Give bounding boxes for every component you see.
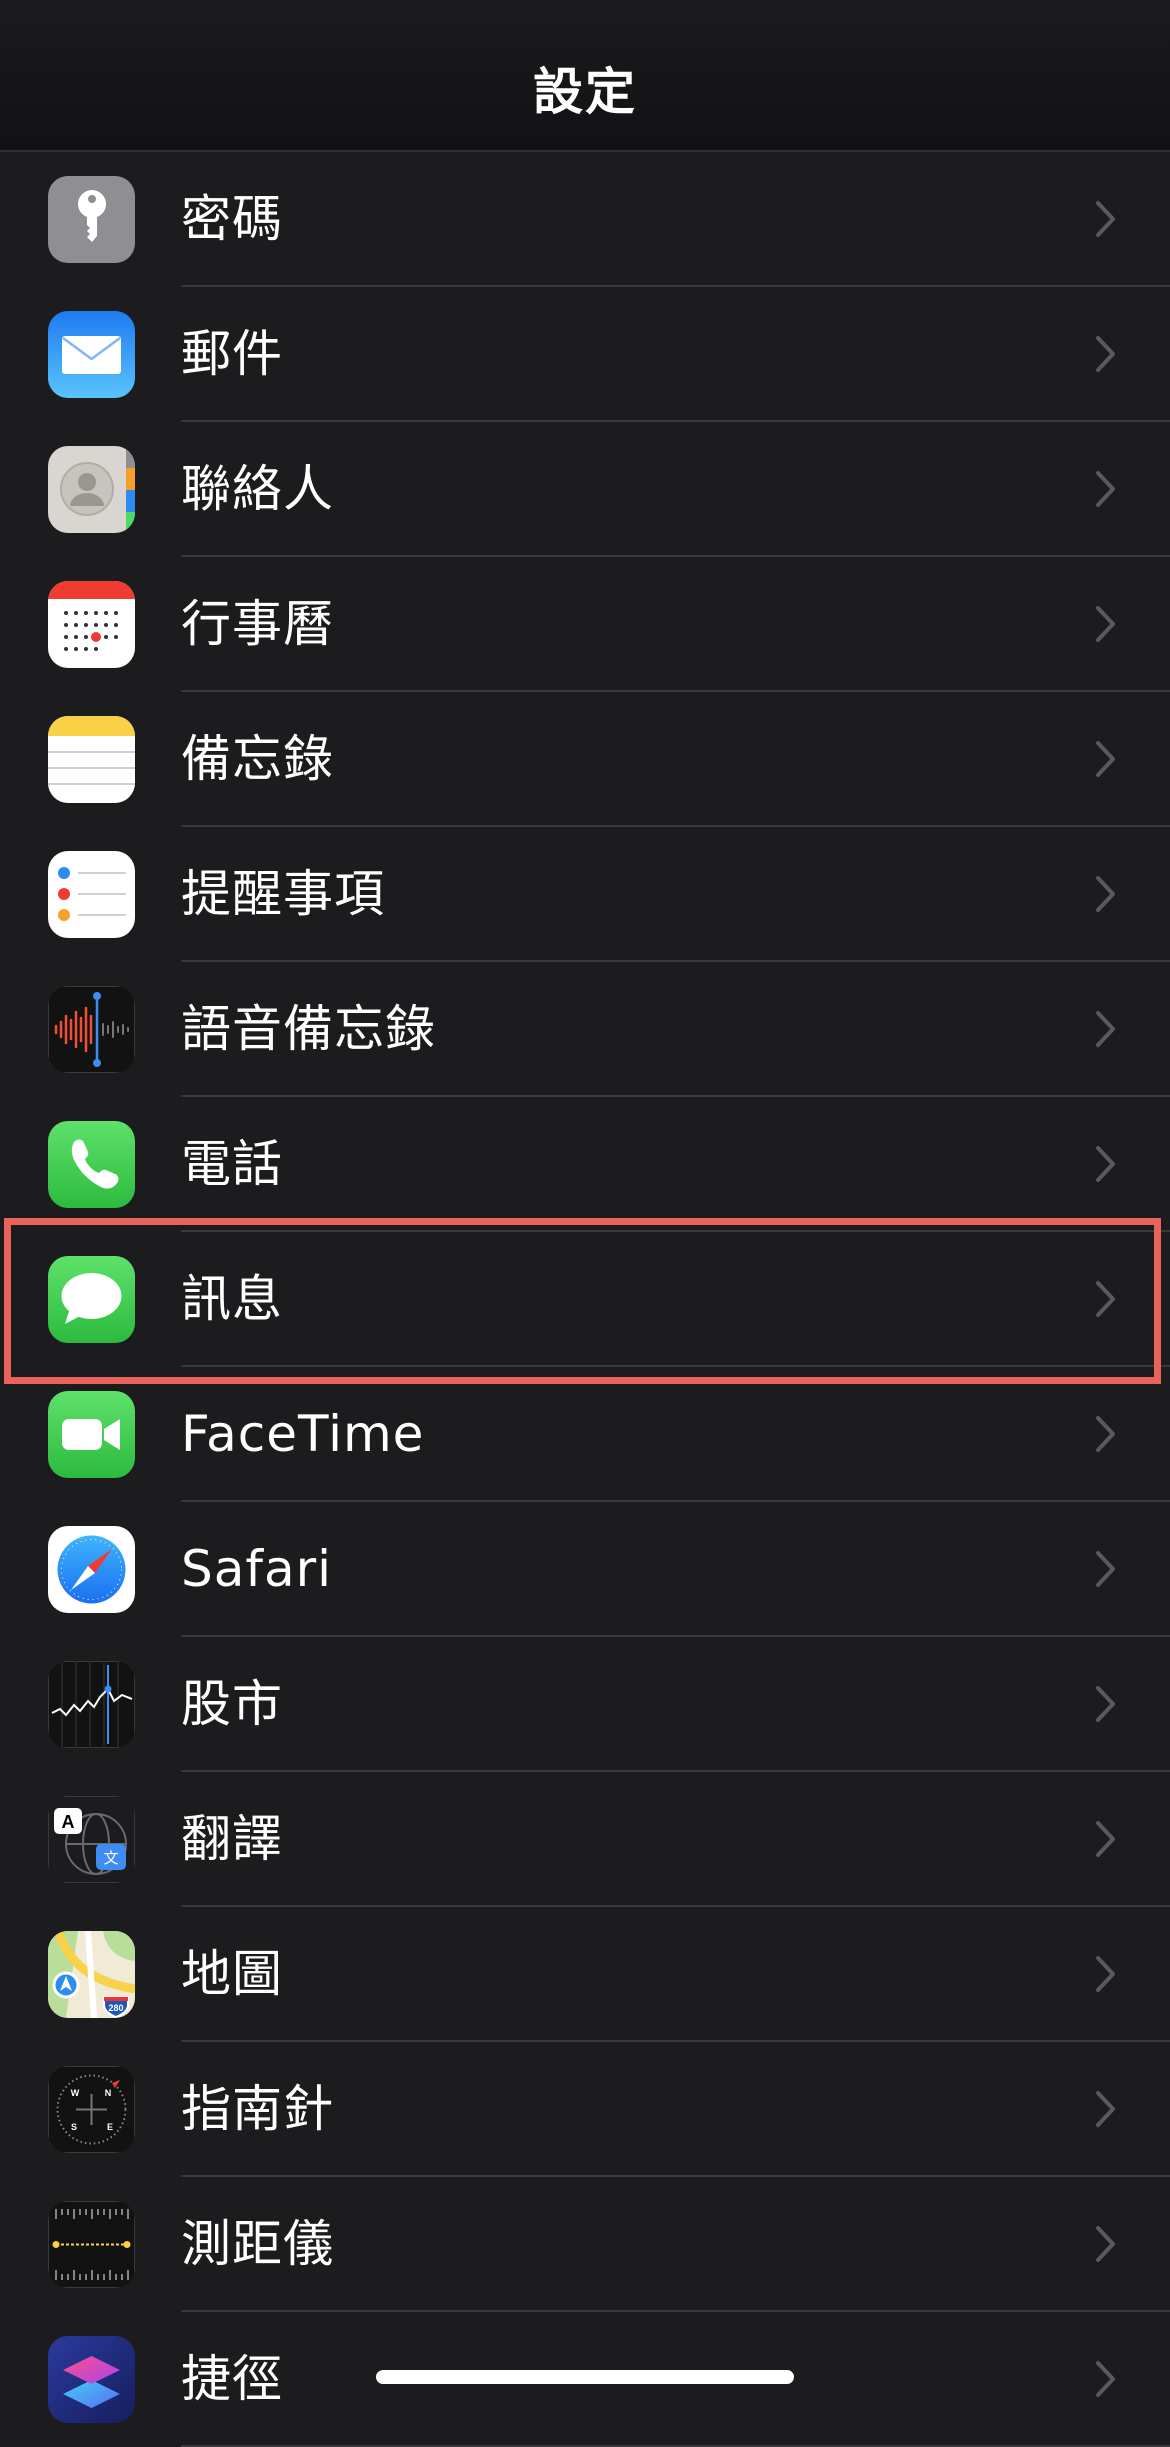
settings-row-compass[interactable]: N E S W 指南針 — [0, 2042, 1170, 2177]
settings-row-label: 郵件 — [181, 325, 283, 383]
settings-row-notes[interactable]: 備忘錄 — [0, 692, 1170, 827]
safari-icon — [48, 1526, 135, 1613]
chevron-right-icon — [1096, 1821, 1115, 1857]
chevron-right-icon — [1096, 2226, 1115, 2262]
phone-icon — [48, 1121, 135, 1208]
contacts-icon — [48, 446, 135, 533]
settings-row-label: 指南針 — [181, 2080, 334, 2138]
calendar-icon — [48, 581, 135, 668]
chevron-right-icon — [1096, 1956, 1115, 1992]
translate-glyph-latin: A — [62, 1812, 75, 1832]
maps-icon: 280 — [48, 1931, 135, 2018]
chevron-right-icon — [1096, 1416, 1115, 1452]
settings-row-label: 電話 — [181, 1135, 283, 1193]
stocks-icon — [48, 1661, 135, 1748]
chevron-right-icon — [1096, 201, 1115, 237]
chevron-right-icon — [1096, 741, 1115, 777]
page-title: 設定 — [533, 63, 637, 121]
chevron-right-icon — [1096, 1146, 1115, 1182]
settings-row-messages[interactable]: 訊息 — [0, 1232, 1170, 1367]
messages-icon — [48, 1256, 135, 1343]
translate-icon: A 文 — [48, 1796, 135, 1883]
chevron-right-icon — [1096, 2091, 1115, 2127]
chevron-right-icon — [1096, 1281, 1115, 1317]
settings-row-passwords[interactable]: 密碼 — [0, 152, 1170, 287]
settings-row-contacts[interactable]: 聯絡人 — [0, 422, 1170, 557]
settings-row-label: 語音備忘錄 — [181, 1000, 436, 1058]
settings-row-label: 捷徑 — [181, 2350, 283, 2408]
settings-row-label: 行事曆 — [181, 595, 334, 653]
chevron-right-icon — [1096, 876, 1115, 912]
settings-row-safari[interactable]: Safari — [0, 1502, 1170, 1637]
chevron-right-icon — [1096, 471, 1115, 507]
settings-row-facetime[interactable]: FaceTime — [0, 1367, 1170, 1502]
mail-icon — [48, 311, 135, 398]
key-icon — [48, 176, 135, 263]
chevron-right-icon — [1096, 1011, 1115, 1047]
settings-row-label: 股市 — [181, 1675, 283, 1733]
settings-row-label: 地圖 — [181, 1945, 283, 2003]
settings-row-label: 備忘錄 — [181, 730, 334, 788]
home-indicator[interactable] — [376, 2370, 794, 2384]
compass-icon: N E S W — [48, 2066, 135, 2153]
chevron-right-icon — [1096, 2361, 1115, 2397]
settings-row-label: 翻譯 — [181, 1810, 283, 1868]
settings-row-label: Safari — [181, 1540, 333, 1598]
compass-letter-n: N — [105, 2088, 112, 2098]
settings-row-label: 訊息 — [181, 1270, 283, 1328]
measure-icon — [48, 2201, 135, 2288]
compass-letter-s: S — [71, 2122, 77, 2132]
facetime-icon — [48, 1391, 135, 1478]
navigation-bar: 設定 — [0, 0, 1170, 152]
settings-list: 密碼 郵件 聯絡人 行事曆 備忘錄 提醒事項 語音備忘錄 電話 訊息 FaceT… — [0, 152, 1170, 2447]
settings-row-voice-memos[interactable]: 語音備忘錄 — [0, 962, 1170, 1097]
map-route-shield-number: 280 — [108, 2003, 123, 2013]
settings-row-label: 聯絡人 — [181, 460, 334, 518]
settings-row-mail[interactable]: 郵件 — [0, 287, 1170, 422]
settings-row-measure[interactable]: 測距儀 — [0, 2177, 1170, 2312]
settings-row-label: 密碼 — [181, 190, 283, 248]
chevron-right-icon — [1096, 1551, 1115, 1587]
chevron-right-icon — [1096, 606, 1115, 642]
settings-row-label: FaceTime — [181, 1405, 425, 1463]
settings-row-reminders[interactable]: 提醒事項 — [0, 827, 1170, 962]
reminders-icon — [48, 851, 135, 938]
settings-row-stocks[interactable]: 股市 — [0, 1637, 1170, 1772]
settings-row-translate[interactable]: A 文 翻譯 — [0, 1772, 1170, 1907]
voice-memos-icon — [48, 986, 135, 1073]
settings-row-label: 提醒事項 — [181, 865, 385, 923]
settings-row-calendar[interactable]: 行事曆 — [0, 557, 1170, 692]
notes-icon — [48, 716, 135, 803]
settings-row-label: 測距儀 — [181, 2215, 334, 2273]
compass-letter-w: W — [71, 2088, 80, 2098]
shortcuts-icon — [48, 2336, 135, 2423]
chevron-right-icon — [1096, 1686, 1115, 1722]
settings-row-maps[interactable]: 280 地圖 — [0, 1907, 1170, 2042]
compass-letter-e: E — [107, 2122, 113, 2132]
settings-row-phone[interactable]: 電話 — [0, 1097, 1170, 1232]
chevron-right-icon — [1096, 336, 1115, 372]
translate-glyph-chinese: 文 — [103, 1849, 118, 1867]
